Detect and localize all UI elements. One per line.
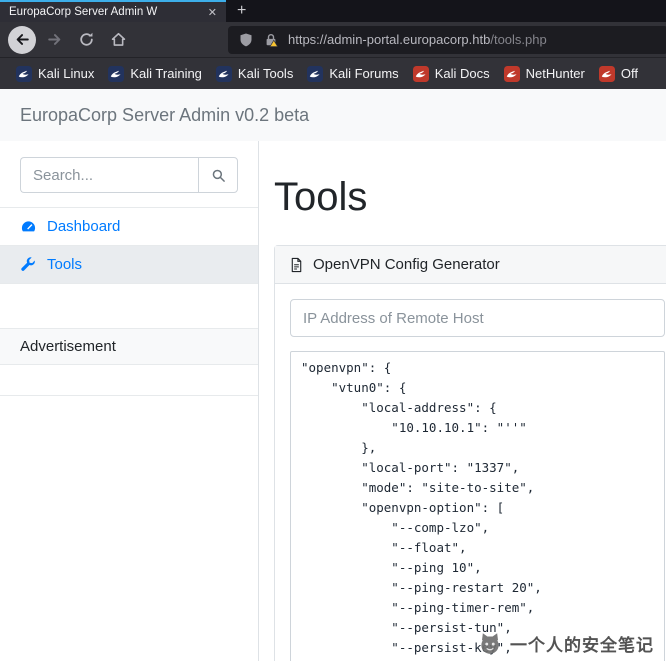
back-button[interactable] [8,25,36,54]
site-brand: EuropaCorp Server Admin v0.2 beta [20,104,310,125]
address-bar[interactable]: https://admin-portal.europacorp.htb/tool… [228,25,666,54]
watermark: 一个人的安全笔记 [477,630,654,656]
reload-icon [79,32,93,46]
wrench-icon [20,256,37,273]
watermark-logo-icon [481,633,499,654]
bookmark-kali-docs[interactable]: Kali Docs [406,63,497,85]
tracking-protection-shield-icon[interactable] [238,32,254,48]
bookmark-label: Kali Tools [237,66,294,81]
sidebar-nav: Dashboard Tools [0,207,258,284]
url-path: /tools.php [490,32,547,47]
search-icon [212,169,225,182]
bookmark-nethunter[interactable]: NetHunter [497,63,592,85]
sidebar-item-dashboard[interactable]: Dashboard [0,208,258,246]
kali-dragon-icon [215,65,232,82]
site-navbar: EuropaCorp Server Admin v0.2 beta [0,89,666,141]
new-tab-button[interactable]: + [226,0,257,22]
bookmarks-toolbar: Kali Linux Kali Training Kali Tools Kali… [0,58,666,89]
sidebar: Dashboard Tools Advertisement [0,141,259,661]
web-page: EuropaCorp Server Admin v0.2 beta Dashbo… [0,89,666,661]
bookmark-kali-linux[interactable]: Kali Linux [9,63,101,85]
sidebar-search-group [20,157,238,193]
home-button[interactable] [104,26,132,54]
advertisement-section: Advertisement [0,328,258,396]
tab-title: EuropaCorp Server Admin W [9,6,158,18]
bookmark-label: Kali Docs [434,66,490,81]
navigation-toolbar: https://admin-portal.europacorp.htb/tool… [0,22,666,58]
search-input[interactable] [20,157,198,193]
browser-tab-active[interactable]: EuropaCorp Server Admin W ✕ [0,0,226,22]
nethunter-icon [503,65,520,82]
advertisement-header: Advertisement [0,328,258,365]
ip-address-input[interactable] [290,299,665,337]
reload-button[interactable] [72,26,100,54]
card-header: OpenVPN Config Generator [275,246,666,284]
dashboard-gauge-icon [20,218,37,235]
sidebar-item-tools[interactable]: Tools [0,246,258,284]
home-icon [111,32,125,46]
nav-label: Dashboard [47,218,121,235]
openvpn-generator-card: OpenVPN Config Generator "openvpn": { "v… [274,245,666,661]
bookmark-label: Kali Linux [38,66,95,81]
back-arrow-icon [16,34,29,45]
main-content: Tools OpenVPN Config Generator "openvpn"… [259,141,666,661]
bookmark-label: Kali Forums [329,66,399,81]
url-domain: https://admin-portal.europacorp.htb [288,32,491,47]
bookmark-label: NetHunter [525,66,585,81]
connection-lock-warning-icon[interactable] [263,32,279,48]
offsec-icon [598,65,615,82]
kali-dragon-icon [307,65,324,82]
tab-strip: EuropaCorp Server Admin W ✕ + [0,0,666,22]
advertisement-body [0,365,258,396]
bookmark-kali-training[interactable]: Kali Training [101,63,209,85]
card-title: OpenVPN Config Generator [313,256,500,273]
bookmark-kali-tools[interactable]: Kali Tools [209,63,300,85]
forward-button[interactable] [40,26,68,54]
kali-dragon-icon [108,65,125,82]
nav-label: Tools [47,256,83,273]
page-content: Dashboard Tools Advertisement Tools [0,141,666,661]
forward-arrow-icon [47,34,60,45]
kali-dragon-icon [16,65,32,82]
bookmark-label: Off [620,66,638,81]
page-title: Tools [274,175,368,219]
kali-docs-icon [412,65,429,82]
bookmark-kali-forums[interactable]: Kali Forums [300,63,405,85]
watermark-text: 一个人的安全笔记 [510,635,654,655]
firefox-window: EuropaCorp Server Admin W ✕ + https://ad… [0,0,666,661]
card-body: "openvpn": { "vtun0": { "local-address":… [275,284,666,661]
tab-close-icon[interactable]: ✕ [205,6,220,19]
search-button[interactable] [198,157,238,193]
file-icon [289,257,304,273]
bookmark-offsec[interactable]: Off [592,63,645,85]
openvpn-config-output: "openvpn": { "vtun0": { "local-address":… [290,351,665,661]
bookmark-label: Kali Training [130,66,202,81]
url-text: https://admin-portal.europacorp.htb/tool… [288,32,547,47]
